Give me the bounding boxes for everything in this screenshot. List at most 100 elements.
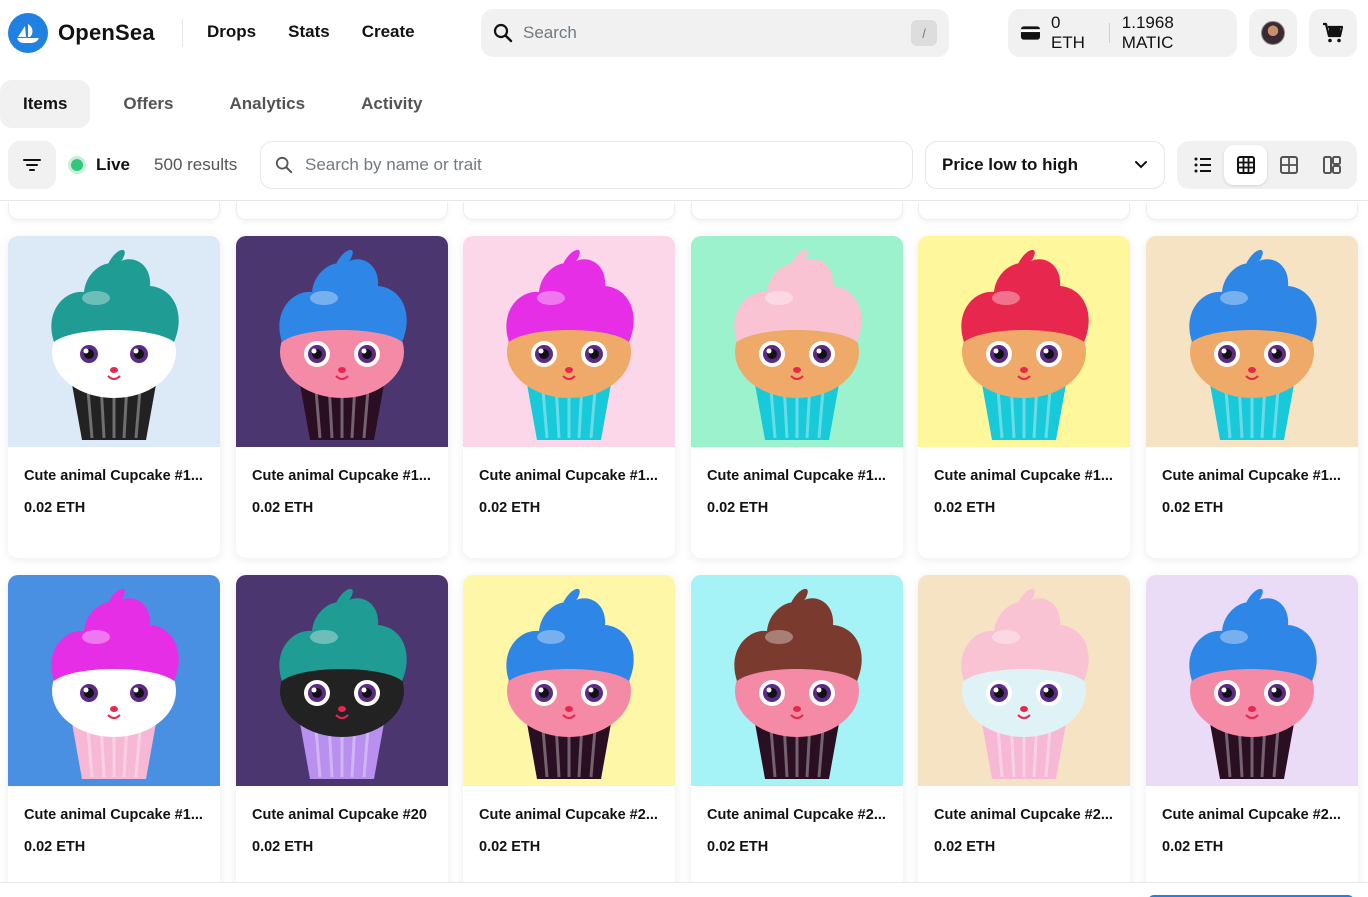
nft-card[interactable]: Cute animal Cupcake #20 0.02 ETH (236, 575, 448, 882)
matic-balance: 1.1968 MATIC (1121, 13, 1174, 52)
avatar (1261, 21, 1285, 45)
mosaic-icon (1322, 156, 1341, 174)
nft-image[interactable] (1146, 236, 1358, 447)
tab-offers[interactable]: Offers (100, 80, 196, 128)
sort-select[interactable]: Price low to high (925, 141, 1165, 189)
results-count: 500 results (154, 155, 238, 174)
nft-price: 0.02 ETH (1162, 839, 1224, 855)
card-partial[interactable] (236, 202, 448, 220)
tab-activity[interactable]: Activity (338, 80, 445, 128)
nft-card[interactable]: Cute animal Cupcake #1... 0.02 ETH (691, 236, 903, 558)
nft-image[interactable] (691, 575, 903, 786)
nft-image[interactable] (236, 575, 448, 786)
nft-price: 0.02 ETH (707, 839, 769, 855)
nft-price: 0.02 ETH (252, 500, 314, 516)
nft-card[interactable]: Cute animal Cupcake #2... 0.02 ETH (691, 575, 903, 882)
large-grid-view-button[interactable] (1267, 145, 1310, 185)
nft-name: Cute animal Cupcake #1... (707, 468, 886, 484)
bottom-action-bar (0, 882, 1368, 897)
nft-name: Cute animal Cupcake #1... (24, 807, 203, 823)
nft-price: 0.02 ETH (479, 839, 541, 855)
nft-price: 0.02 ETH (24, 839, 86, 855)
nft-price: 0.02 ETH (1162, 500, 1224, 516)
tab-analytics[interactable]: Analytics (207, 80, 329, 128)
nft-image[interactable] (8, 236, 220, 447)
nft-name: Cute animal Cupcake #1... (1162, 468, 1341, 484)
small-grid-icon (1236, 156, 1255, 174)
nft-image[interactable] (918, 575, 1130, 786)
large-grid-icon (1279, 156, 1298, 174)
filter-icon (23, 159, 41, 171)
nft-price: 0.02 ETH (479, 500, 541, 516)
nft-card[interactable]: Cute animal Cupcake #2... 0.02 ETH (1146, 575, 1358, 882)
nft-image[interactable] (691, 236, 903, 447)
nft-image[interactable] (463, 236, 675, 447)
nft-price: 0.02 ETH (24, 500, 86, 516)
nft-card[interactable]: Cute animal Cupcake #1... 0.02 ETH (8, 575, 220, 882)
nft-image[interactable] (236, 236, 448, 447)
chevron-down-icon (1135, 161, 1147, 169)
nft-grid: Cute animal Cupcake #1... 0.02 ETH Cute an… (0, 202, 1368, 882)
filter-toggle-button[interactable] (8, 141, 56, 189)
cart-button[interactable] (1309, 9, 1357, 57)
nft-card[interactable]: Cute animal Cupcake #1... 0.02 ETH (236, 236, 448, 558)
search-icon (275, 156, 293, 174)
collection-tabs: Items Offers Analytics Activity (0, 80, 456, 128)
brand-name: OpenSea (58, 20, 155, 45)
nav-link-create[interactable]: Create (362, 22, 415, 42)
global-search-input[interactable]: Search / (481, 9, 949, 57)
nft-card[interactable]: Cute animal Cupcake #2... 0.02 ETH (918, 575, 1130, 882)
nft-image[interactable] (8, 575, 220, 786)
nft-image[interactable] (918, 236, 1130, 447)
live-label: Live (96, 155, 131, 174)
wallet-balance-button[interactable]: 0 ETH 1.1968 MATIC (1008, 9, 1237, 57)
nav-link-stats[interactable]: Stats (288, 22, 330, 42)
nft-price: 0.02 ETH (934, 839, 996, 855)
nav-link-drops[interactable]: Drops (207, 22, 256, 42)
nft-price: 0.02 ETH (252, 839, 314, 855)
opensea-logo-icon (8, 13, 48, 53)
global-search-placeholder: Search (523, 23, 577, 42)
eth-balance: 0 ETH (1050, 13, 1085, 52)
nft-card[interactable]: Cute animal Cupcake #1... 0.02 ETH (1146, 236, 1358, 558)
sort-select-value: Price low to high (942, 155, 1079, 174)
nft-name: Cute animal Cupcake #2... (707, 807, 886, 823)
view-mode-switcher (1177, 141, 1357, 189)
live-status: Live 500 results (68, 155, 237, 175)
item-search-input[interactable]: Search by name or trait (260, 141, 913, 189)
search-icon (493, 23, 513, 43)
nft-name: Cute animal Cupcake #1... (252, 468, 431, 484)
profile-button[interactable] (1249, 9, 1297, 57)
nft-image[interactable] (1146, 575, 1358, 786)
card-partial[interactable] (918, 202, 1130, 220)
small-grid-view-button[interactable] (1224, 145, 1267, 185)
nft-name: Cute animal Cupcake #1... (934, 468, 1113, 484)
list-view-icon (1194, 157, 1211, 173)
nft-name: Cute animal Cupcake #2... (1162, 807, 1341, 823)
wallet-separator (1108, 23, 1110, 43)
card-partial[interactable] (463, 202, 675, 220)
tab-items[interactable]: Items (0, 80, 91, 128)
mosaic-view-button[interactable] (1310, 145, 1353, 185)
live-dot-icon (68, 156, 86, 174)
nft-price: 0.02 ETH (707, 500, 769, 516)
card-partial[interactable] (691, 202, 903, 220)
nft-card[interactable]: Cute animal Cupcake #2... 0.02 ETH (463, 575, 675, 882)
list-view-button[interactable] (1181, 145, 1224, 185)
nft-image[interactable] (463, 575, 675, 786)
wallet-icon (1020, 26, 1041, 40)
nav-divider (182, 19, 183, 47)
nft-name: Cute animal Cupcake #2... (479, 807, 658, 823)
opensea-logo[interactable]: OpenSea (8, 13, 155, 53)
nft-card[interactable]: Cute animal Cupcake #1... 0.02 ETH (918, 236, 1130, 558)
nft-name: Cute animal Cupcake #1... (479, 468, 658, 484)
main-nav-links: Drops Stats Create (207, 22, 415, 42)
nft-card[interactable]: Cute animal Cupcake #1... 0.02 ETH (8, 236, 220, 558)
nft-card[interactable]: Cute animal Cupcake #1... 0.02 ETH (463, 236, 675, 558)
nft-name: Cute animal Cupcake #1... (24, 468, 203, 484)
top-navigation: OpenSea Drops Stats Create Search / 0 ET… (0, 0, 1368, 66)
items-toolbar: Live 500 results Search by name or trait… (0, 141, 1368, 201)
cart-icon (1323, 22, 1344, 43)
card-partial[interactable] (8, 202, 220, 220)
card-partial[interactable] (1146, 202, 1358, 220)
